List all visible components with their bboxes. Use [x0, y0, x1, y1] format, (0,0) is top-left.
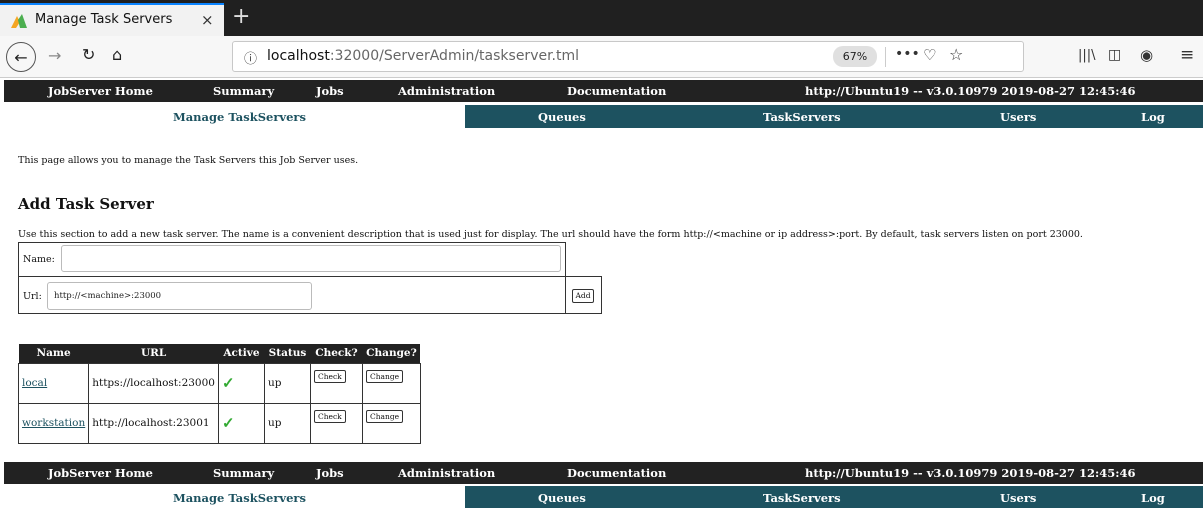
active-check-icon: ✓: [221, 414, 235, 432]
check-button[interactable]: Check: [313, 369, 346, 383]
address-bar[interactable]: ⓘ localhost:32000/ServerAdmin/taskserver…: [232, 41, 1024, 72]
hamburger-menu-icon[interactable]: ≡: [1180, 45, 1194, 65]
status-cell: up: [263, 402, 311, 444]
bottom-sub-menu: Manage TaskServers Queues TaskServers Us…: [4, 486, 1203, 508]
url-path: :32000/ServerAdmin/taskserver.tml: [329, 48, 580, 64]
change-cell: Change: [361, 402, 421, 444]
menu-jobserver-home[interactable]: JobServer Home: [48, 84, 153, 98]
active-check-icon: ✓: [221, 374, 235, 392]
sidebar-icon[interactable]: ◫: [1108, 47, 1121, 63]
menu-jobserver-home[interactable]: JobServer Home: [48, 466, 153, 480]
page-heading: Add Task Server: [18, 195, 154, 213]
back-arrow-icon[interactable]: ←: [6, 42, 36, 72]
submenu-queues[interactable]: Queues: [538, 491, 586, 505]
col-change: Change?: [362, 344, 421, 363]
check-cell: Check: [309, 402, 363, 444]
table-header-row: Name URL Active Status Check? Change?: [18, 344, 421, 363]
browser-navigation-bar: ← → ↻ ⌂ ⓘ localhost:32000/ServerAdmin/ta…: [0, 36, 1203, 78]
submenu-manage-taskservers[interactable]: Manage TaskServers: [173, 110, 306, 124]
tab-title: Manage Task Servers: [35, 12, 173, 27]
check-cell: Check: [309, 362, 363, 404]
col-url: URL: [88, 344, 219, 363]
server-url-cell: https://localhost:23000: [88, 362, 219, 404]
sub-menu: Manage TaskServers Queues TaskServers Us…: [4, 105, 1203, 128]
app-favicon-icon: [11, 14, 27, 28]
submenu-taskservers[interactable]: TaskServers: [763, 491, 841, 505]
server-name-link[interactable]: local: [22, 377, 47, 389]
server-info: http://Ubuntu19 -- v3.0.10979 2019-08-27…: [805, 466, 1136, 480]
url-divider: [885, 47, 886, 67]
server-url-cell: http://localhost:23001: [88, 402, 219, 444]
library-icon[interactable]: |||\: [1078, 48, 1096, 63]
menu-administration[interactable]: Administration: [398, 84, 495, 98]
server-name-cell: local: [17, 362, 90, 404]
menu-documentation[interactable]: Documentation: [567, 84, 666, 98]
browser-tab[interactable]: Manage Task Servers ×: [0, 3, 224, 36]
submenu-log[interactable]: Log: [1141, 491, 1165, 505]
zoom-level-badge[interactable]: 67%: [833, 46, 877, 67]
submenu-users[interactable]: Users: [1000, 491, 1036, 505]
status-cell: up: [263, 362, 311, 404]
bookmark-star-icon[interactable]: ☆: [949, 45, 963, 64]
pocket-icon[interactable]: ♡: [923, 46, 936, 64]
name-row: Name:: [19, 243, 567, 277]
submenu-queues[interactable]: Queues: [538, 110, 586, 124]
table-row: local https://localhost:23000 ✓ up Check…: [17, 362, 421, 404]
submenu-manage-taskservers[interactable]: Manage TaskServers: [173, 491, 306, 505]
col-active: Active: [218, 344, 265, 363]
tab-close-icon[interactable]: ×: [201, 11, 214, 29]
server-name-link[interactable]: workstation: [22, 417, 85, 429]
col-name: Name: [18, 344, 89, 363]
active-cell: ✓: [217, 402, 265, 444]
add-cell: Add: [566, 276, 602, 314]
info-icon[interactable]: ⓘ: [244, 48, 257, 67]
help-text: Use this section to add a new task serve…: [18, 229, 1083, 240]
change-button[interactable]: Change: [365, 409, 404, 423]
name-input[interactable]: [61, 245, 561, 272]
menu-administration[interactable]: Administration: [398, 466, 495, 480]
col-check: Check?: [310, 344, 363, 363]
change-button[interactable]: Change: [365, 369, 404, 383]
check-button[interactable]: Check: [313, 409, 346, 423]
url-host: localhost: [267, 48, 330, 64]
page-actions-icon[interactable]: •••: [895, 46, 920, 62]
url-label: Url:: [23, 291, 42, 302]
active-cell: ✓: [217, 362, 265, 404]
bottom-top-menu: JobServer Home Summary Jobs Administrati…: [4, 462, 1203, 484]
reload-icon[interactable]: ↻: [82, 45, 95, 64]
menu-summary[interactable]: Summary: [213, 84, 274, 98]
add-server-form: Name: Url: http://<machine>:23000: [18, 242, 567, 314]
submenu-users[interactable]: Users: [1000, 110, 1036, 124]
menu-jobs[interactable]: Jobs: [316, 84, 344, 98]
top-menu: JobServer Home Summary Jobs Administrati…: [4, 80, 1203, 102]
table-row: workstation http://localhost:23001 ✓ up …: [17, 402, 421, 444]
home-icon[interactable]: ⌂: [112, 45, 122, 64]
intro-text: This page allows you to manage the Task …: [18, 155, 359, 166]
task-servers-table: Name URL Active Status Check? Change? lo…: [17, 344, 421, 444]
menu-documentation[interactable]: Documentation: [567, 466, 666, 480]
url-input[interactable]: http://<machine>:23000: [47, 282, 312, 310]
menu-summary[interactable]: Summary: [213, 466, 274, 480]
account-icon[interactable]: ◉: [1140, 46, 1153, 64]
change-cell: Change: [361, 362, 421, 404]
add-button[interactable]: Add: [572, 289, 594, 303]
forward-arrow-icon[interactable]: →: [48, 46, 61, 65]
url-text: localhost:32000/ServerAdmin/taskserver.t…: [267, 48, 579, 64]
submenu-taskservers[interactable]: TaskServers: [763, 110, 841, 124]
menu-jobs[interactable]: Jobs: [316, 466, 344, 480]
browser-tab-bar: Manage Task Servers × +: [0, 0, 1203, 36]
new-tab-button[interactable]: +: [232, 4, 250, 29]
server-info: http://Ubuntu19 -- v3.0.10979 2019-08-27…: [805, 84, 1136, 98]
name-label: Name:: [23, 254, 55, 265]
server-name-cell: workstation: [17, 402, 90, 444]
col-status: Status: [264, 344, 311, 363]
submenu-log[interactable]: Log: [1141, 110, 1165, 124]
